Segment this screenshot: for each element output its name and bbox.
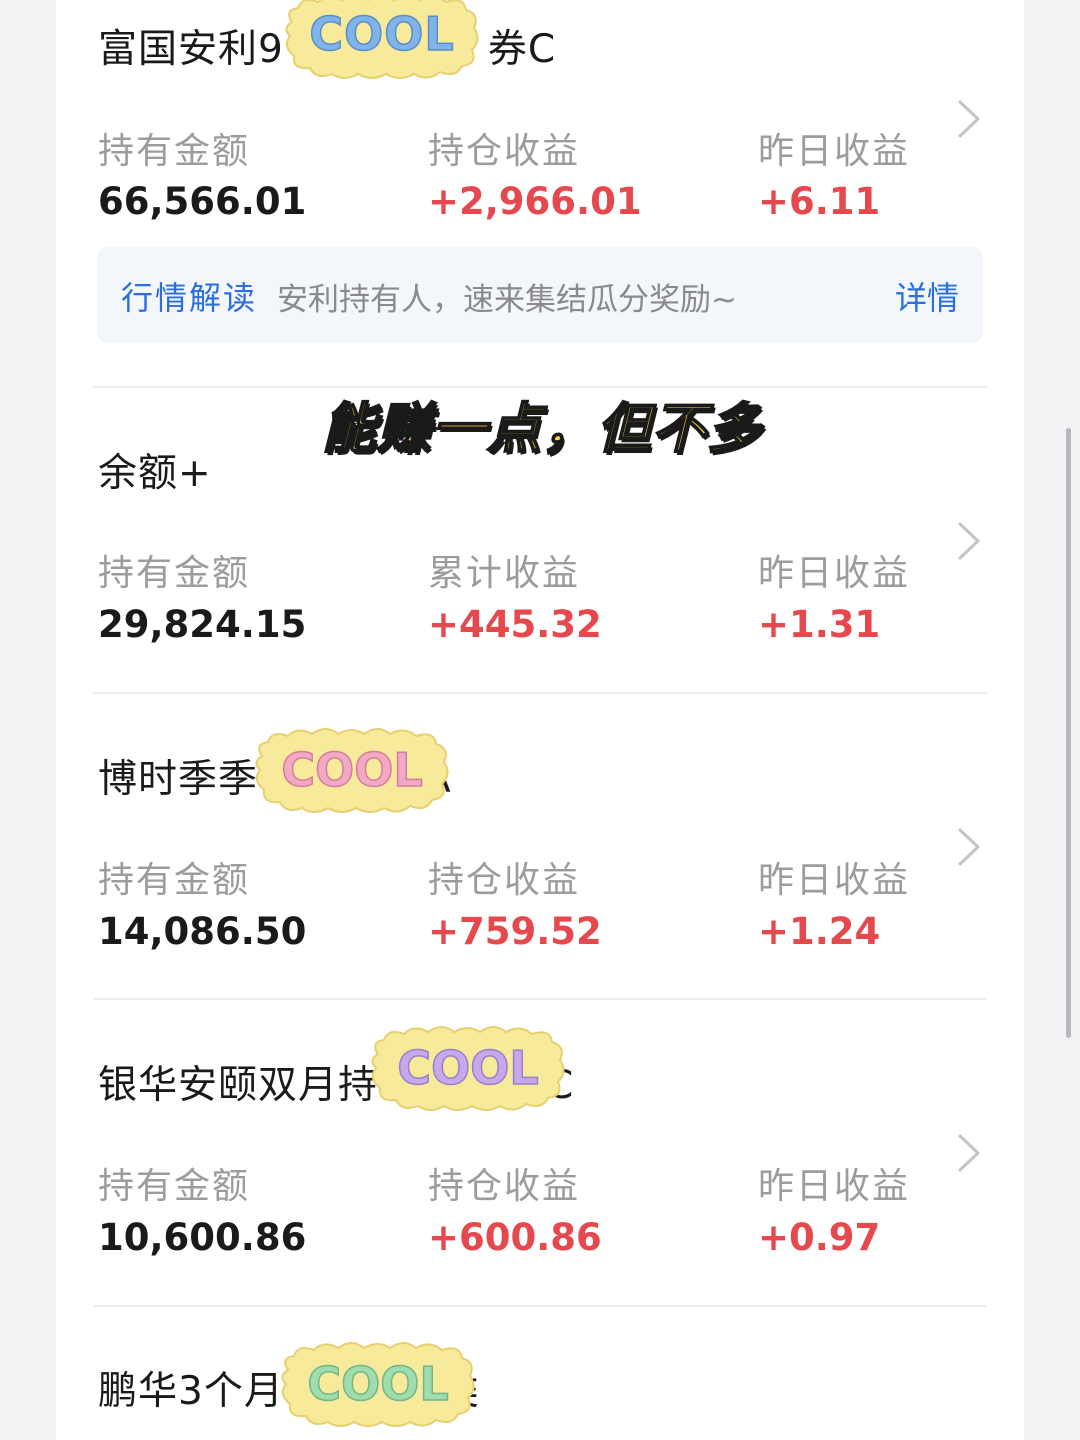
cumulative-income-value: +445.32 [428,603,602,646]
yesterday-income-value: +1.31 [758,603,881,646]
fund-name-left: 富国安利9 [98,27,284,72]
yesterday-income-value: +0.97 [758,1216,881,1259]
chevron-right-icon[interactable] [954,98,984,140]
scrollbar[interactable] [1066,428,1071,1038]
caption-overlay: 能赚一点，但不多 [321,396,762,461]
holding-amount-label: 持有金额 [98,131,251,172]
yesterday-income-label: 昨日收益 [758,1166,911,1207]
position-income-value: +600.86 [428,1216,602,1259]
yesterday-income-label: 昨日收益 [758,131,911,172]
cool-sticker: COOL [281,1342,475,1427]
details-link[interactable]: 详情 [895,273,959,319]
cool-sticker-text: COOL [309,7,454,61]
yesterday-income-label: 昨日收益 [758,860,911,901]
market-insight-banner[interactable]: 行情解读 安利持有人，速来集结瓜分奖励~ 详情 [97,247,983,343]
divider [94,1305,986,1307]
cool-sticker-text: COOL [397,1041,538,1095]
position-income-value: +2,966.01 [428,180,642,223]
holding-amount-value: 10,600.86 [98,1216,307,1259]
fund-name-left: 鹏华3个月 [98,1369,284,1414]
cool-sticker: COOL [371,1026,565,1111]
chevron-right-icon[interactable] [954,1132,984,1174]
divider [94,692,986,694]
divider [94,998,986,1000]
fund-name-left: 银华安颐双月持 [98,1063,379,1108]
fund-name: 余额+ [98,451,212,496]
cumulative-income-label: 累计收益 [428,553,581,594]
promo-tag: 行情解读 [121,279,258,317]
cool-sticker-text: COOL [281,743,422,797]
holding-amount-value: 66,566.01 [98,180,307,223]
holding-amount-value: 29,824.15 [98,603,307,646]
holding-amount-label: 持有金额 [98,1166,251,1207]
holding-amount-value: 14,086.50 [98,910,307,953]
yesterday-income-label: 昨日收益 [758,553,911,594]
chevron-right-icon[interactable] [954,520,984,562]
fund-name-right: 券C [487,27,557,72]
chevron-right-icon[interactable] [954,826,984,868]
cool-sticker: COOL [285,0,479,79]
cool-sticker-text: COOL [307,1357,448,1411]
position-income-value: +759.52 [428,910,602,953]
holding-amount-label: 持有金额 [98,553,251,594]
position-income-label: 持仓收益 [428,1166,581,1207]
promo-text: 安利持有人，速来集结瓜分奖励~ [277,282,737,318]
holding-amount-label: 持有金额 [98,860,251,901]
fund-name-left: 博时季季 [98,757,259,802]
yesterday-income-value: +6.11 [758,180,881,223]
position-income-label: 持仓收益 [428,860,581,901]
yesterday-income-value: +1.24 [758,910,881,953]
position-income-label: 持仓收益 [428,131,581,172]
cool-sticker: COOL [255,728,449,813]
